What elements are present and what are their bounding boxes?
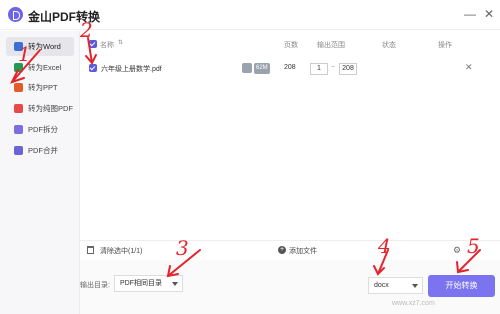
- footer: 输出目录: PDF相同目录 docx 开始转换: [80, 260, 500, 314]
- chevron-down-icon: [412, 284, 418, 288]
- sidebar-item-to-word[interactable]: 转为Word: [6, 37, 74, 56]
- ppt-icon: [14, 83, 23, 92]
- range-separator: ~: [331, 64, 336, 71]
- output-dir-select[interactable]: PDF相同目录: [114, 275, 183, 292]
- format-value: docx: [374, 282, 389, 289]
- clear-selected-button[interactable]: 清除选中(1/1): [100, 246, 142, 256]
- sidebar-item-label: PDF合并: [28, 146, 58, 155]
- merge-icon: [14, 146, 23, 155]
- close-button[interactable]: ✕: [481, 6, 497, 22]
- sidebar-item-label: 转为Word: [28, 42, 61, 51]
- sort-icon[interactable]: ⇅: [118, 39, 123, 46]
- split-icon: [14, 125, 23, 134]
- remove-file-icon[interactable]: ✕: [465, 62, 473, 73]
- file-list-panel: 名称 ⇅ 页数 输出范围 状态 操作 六年级上册数学.pdf 62M 208 1…: [80, 31, 500, 260]
- table-header: 名称 ⇅ 页数 输出范围 状态 操作: [80, 31, 500, 57]
- file-name: 六年级上册数学.pdf: [101, 66, 162, 73]
- sidebar-item-label: 转为Excel: [28, 63, 62, 72]
- settings-icon[interactable]: ⚙: [453, 245, 461, 256]
- sidebar-item-to-image-pdf[interactable]: 转为纯图PDF: [6, 99, 74, 118]
- annotation-2: 2: [80, 18, 93, 42]
- header-pages: 页数: [284, 42, 298, 49]
- annotation-1: 1: [18, 42, 31, 66]
- image-pdf-icon: [14, 104, 23, 113]
- row-checkbox[interactable]: [89, 64, 97, 72]
- start-convert-button[interactable]: 开始转换: [428, 275, 495, 297]
- page-count: 208: [284, 64, 296, 71]
- cloud-icon: [242, 63, 252, 73]
- file-actions-bar: 清除选中(1/1) + 添加文件 ⚙: [80, 240, 500, 260]
- sidebar-item-to-excel[interactable]: 转为Excel: [6, 58, 74, 77]
- title-bar: 金山PDF转换 — ✕: [0, 0, 500, 30]
- sidebar-item-pdf-merge[interactable]: PDF合并: [6, 141, 74, 160]
- header-range: 输出范围: [317, 42, 345, 49]
- trash-icon[interactable]: [87, 246, 94, 254]
- header-name[interactable]: 名称: [100, 40, 114, 50]
- minimize-button[interactable]: —: [462, 6, 478, 22]
- sidebar-item-label: 转为纯图PDF: [28, 104, 73, 113]
- add-file-button[interactable]: 添加文件: [289, 246, 317, 256]
- format-select[interactable]: docx: [368, 277, 423, 294]
- annotation-3: 3: [176, 236, 189, 260]
- sidebar-item-label: PDF拆分: [28, 125, 58, 134]
- range-to-input[interactable]: 208: [339, 63, 357, 75]
- chevron-down-icon: [172, 282, 178, 286]
- sidebar-item-label: 转为PPT: [28, 83, 58, 92]
- watermark: www.xz7.com: [392, 300, 435, 307]
- table-row[interactable]: 六年级上册数学.pdf 62M 208 1 ~ 208 ✕: [80, 57, 500, 79]
- app-logo-icon: [8, 7, 23, 22]
- sidebar-item-pdf-split[interactable]: PDF拆分: [6, 120, 74, 139]
- file-size-badge: 62M: [254, 63, 270, 74]
- range-from-input[interactable]: 1: [310, 63, 328, 75]
- header-action: 操作: [438, 42, 452, 49]
- header-status: 状态: [382, 42, 396, 49]
- output-dir-value: PDF相同目录: [120, 280, 162, 287]
- annotation-4: 4: [378, 234, 391, 258]
- add-icon[interactable]: +: [278, 246, 286, 254]
- sidebar-item-to-ppt[interactable]: 转为PPT: [6, 78, 74, 97]
- output-dir-label: 输出目录:: [80, 282, 110, 289]
- annotation-5: 5: [467, 234, 480, 258]
- sidebar: 转为Word 转为Excel 转为PPT 转为纯图PDF PDF拆分 PDF合并: [0, 31, 80, 314]
